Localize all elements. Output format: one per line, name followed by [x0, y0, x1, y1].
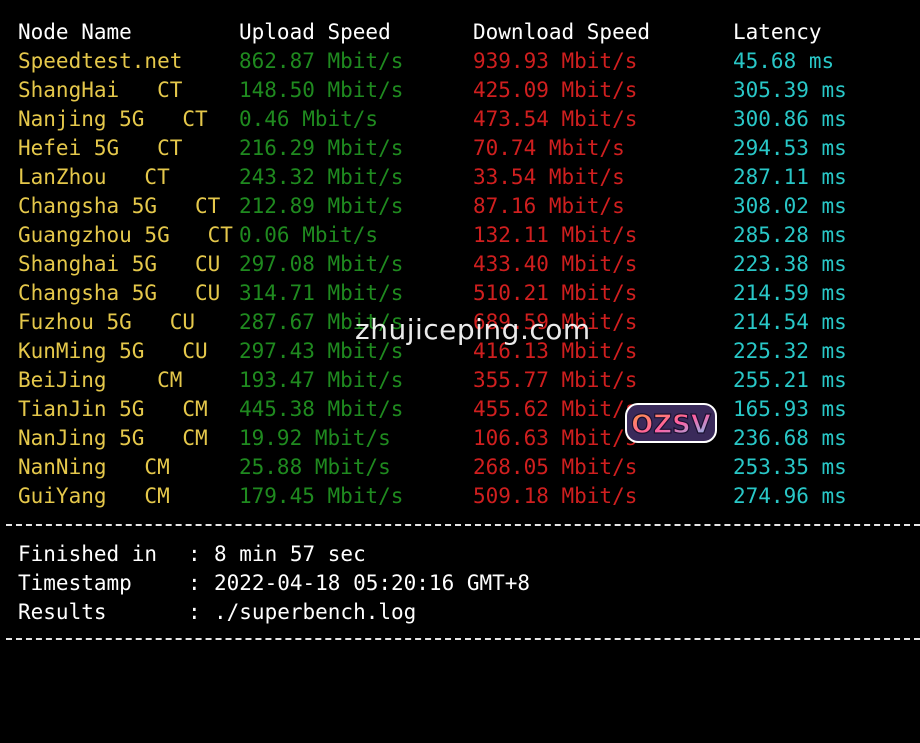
download-speed-cell: 939.93 Mbit/s [473, 49, 638, 73]
summary-finished-label: Finished in [18, 542, 158, 566]
header-download-speed: Download Speed [473, 20, 651, 44]
upload-speed-cell: 445.38 Mbit/s [239, 397, 404, 421]
header-latency: Latency [733, 20, 822, 44]
latency-cell: 225.32 ms [733, 339, 847, 363]
latency-cell: 253.35 ms [733, 455, 847, 479]
dashed-separator-bottom [6, 638, 920, 640]
node-name-cell: Nanjing 5G CT [18, 107, 208, 131]
latency-cell: 285.28 ms [733, 223, 847, 247]
upload-speed-cell: 216.29 Mbit/s [239, 136, 404, 160]
upload-speed-cell: 297.08 Mbit/s [239, 252, 404, 276]
latency-cell: 236.68 ms [733, 426, 847, 450]
latency-cell: 287.11 ms [733, 165, 847, 189]
node-name-cell: Shanghai 5G CU [18, 252, 221, 276]
node-name-cell: TianJin 5G CM [18, 397, 208, 421]
header-upload-speed: Upload Speed [239, 20, 391, 44]
node-name-cell: NanJing 5G CM [18, 426, 208, 450]
download-speed-cell: 355.77 Mbit/s [473, 368, 638, 392]
download-speed-cell: 433.40 Mbit/s [473, 252, 638, 276]
summary-results-label: Results [18, 600, 107, 624]
logo-text: OZSV [631, 410, 711, 440]
latency-cell: 274.96 ms [733, 484, 847, 508]
download-speed-cell: 509.18 Mbit/s [473, 484, 638, 508]
node-name-cell: ShangHai CT [18, 78, 183, 102]
node-name-cell: Guangzhou 5G CT [18, 223, 233, 247]
latency-cell: 45.68 ms [733, 49, 835, 73]
download-speed-cell: 510.21 Mbit/s [473, 281, 638, 305]
node-name-cell: KunMing 5G CU [18, 339, 208, 363]
summary-finished-value: 8 min 57 sec [214, 542, 366, 566]
summary-timestamp-label: Timestamp [18, 571, 132, 595]
node-name-cell: Hefei 5G CT [18, 136, 183, 160]
table-header: Node Name Upload Speed Download Speed La… [0, 18, 822, 47]
latency-cell: 214.54 ms [733, 310, 847, 334]
download-speed-cell: 87.16 Mbit/s [473, 194, 625, 218]
ozsv-logo-icon: OZSV [625, 403, 717, 443]
node-name-cell: Changsha 5G CU [18, 281, 221, 305]
summary-colon: : [188, 600, 201, 624]
latency-cell: 308.02 ms [733, 194, 847, 218]
download-speed-cell: 473.54 Mbit/s [473, 107, 638, 131]
node-name-cell: GuiYang CM [18, 484, 170, 508]
download-speed-cell: 106.63 Mbit/s [473, 426, 638, 450]
latency-cell: 300.86 ms [733, 107, 847, 131]
latency-cell: 305.39 ms [733, 78, 847, 102]
node-name-cell: BeiJing CM [18, 368, 183, 392]
download-speed-cell: 33.54 Mbit/s [473, 165, 625, 189]
download-speed-cell: 132.11 Mbit/s [473, 223, 638, 247]
upload-speed-cell: 0.46 Mbit/s [239, 107, 379, 131]
latency-cell: 294.53 ms [733, 136, 847, 160]
latency-cell: 165.93 ms [733, 397, 847, 421]
terminal-output: Node Name Upload Speed Download Speed La… [0, 0, 920, 647]
node-name-cell: NanNing CM [18, 455, 170, 479]
summary-colon: : [188, 542, 201, 566]
upload-speed-cell: 243.32 Mbit/s [239, 165, 404, 189]
summary-timestamp: Timestamp : 2022-04-18 05:20:16 GMT+8 [18, 569, 530, 598]
node-name-cell: Changsha 5G CT [18, 194, 221, 218]
latency-cell: 255.21 ms [733, 368, 847, 392]
summary-timestamp-value: 2022-04-18 05:20:16 GMT+8 [214, 571, 531, 595]
dashed-separator-top [6, 524, 920, 526]
summary-results: Results : ./superbench.log [18, 598, 416, 627]
summary-finished: Finished in : 8 min 57 sec [18, 540, 366, 569]
summary-results-value: ./superbench.log [214, 600, 417, 624]
download-speed-cell: 455.62 Mbit/s [473, 397, 638, 421]
upload-speed-cell: 314.71 Mbit/s [239, 281, 404, 305]
header-node-name: Node Name [18, 20, 132, 44]
upload-speed-cell: 212.89 Mbit/s [239, 194, 404, 218]
upload-speed-cell: 179.45 Mbit/s [239, 484, 404, 508]
watermark-text: zhujiceping.com [355, 313, 591, 346]
upload-speed-cell: 193.47 Mbit/s [239, 368, 404, 392]
node-name-cell: LanZhou CT [18, 165, 170, 189]
latency-cell: 223.38 ms [733, 252, 847, 276]
node-name-cell: Speedtest.net [18, 49, 183, 73]
upload-speed-cell: 25.88 Mbit/s [239, 455, 391, 479]
summary-colon: : [188, 571, 201, 595]
upload-speed-cell: 19.92 Mbit/s [239, 426, 391, 450]
download-speed-cell: 70.74 Mbit/s [473, 136, 625, 160]
upload-speed-cell: 0.06 Mbit/s [239, 223, 379, 247]
upload-speed-cell: 862.87 Mbit/s [239, 49, 404, 73]
node-name-cell: Fuzhou 5G CU [18, 310, 196, 334]
download-speed-cell: 268.05 Mbit/s [473, 455, 638, 479]
latency-cell: 214.59 ms [733, 281, 847, 305]
download-speed-cell: 425.09 Mbit/s [473, 78, 638, 102]
upload-speed-cell: 148.50 Mbit/s [239, 78, 404, 102]
